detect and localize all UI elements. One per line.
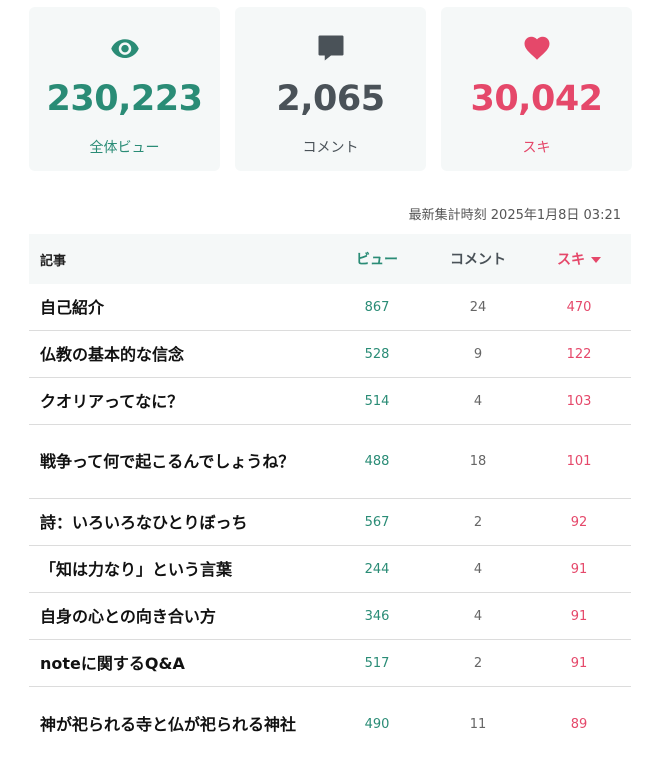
table-row: noteに関するQ&A 517 2 91 — [29, 640, 631, 687]
column-header-likes[interactable]: スキ — [527, 249, 631, 269]
article-comments: 4 — [473, 393, 483, 409]
table-row: 「知は力なり」という言葉 244 4 91 — [29, 546, 631, 593]
views-label: 全体ビュー — [89, 140, 160, 156]
article-likes: 89 — [570, 716, 588, 732]
comment-icon — [235, 33, 426, 63]
article-views: 517 — [364, 655, 390, 671]
table-row: 自己紹介 867 24 470 — [29, 284, 631, 331]
table-header: 記事 ビュー コメント スキ — [29, 234, 631, 284]
article-likes: 92 — [570, 514, 588, 530]
likes-total: 30,042 — [470, 79, 603, 119]
article-views: 567 — [364, 514, 390, 530]
article-comments: 4 — [473, 561, 483, 577]
table-row: 戦争って何で起こるんでしょうね？ 488 18 101 — [29, 425, 631, 499]
article-comments: 11 — [469, 716, 487, 732]
table-row: クオリアってなに？ 514 4 103 — [29, 378, 631, 425]
likes-card: 30,042 スキ — [441, 7, 632, 171]
table-row: 仏教の基本的な信念 528 9 122 — [29, 331, 631, 378]
article-likes: 122 — [566, 346, 592, 362]
article-views: 244 — [364, 561, 390, 577]
last-updated-timestamp: 最新集計時刻 2025年1月8日 03:21 — [408, 208, 621, 223]
table-row: 詩：いろいろなひとりぼっち 567 2 92 — [29, 499, 631, 546]
comments-card: 2,065 コメント — [235, 7, 426, 171]
article-title[interactable]: 戦争って何で起こるんでしょうね？ — [29, 448, 325, 475]
views-total: 230,223 — [46, 79, 203, 119]
heart-icon — [441, 33, 632, 63]
views-card: 230,223 全体ビュー — [29, 7, 220, 171]
article-title[interactable]: 神が祀られる寺と仏が祀られる神社 — [29, 711, 325, 738]
table-row: 自身の心との向き合い方 346 4 91 — [29, 593, 631, 640]
article-views: 514 — [364, 393, 390, 409]
article-views: 490 — [364, 716, 390, 732]
article-likes: 91 — [570, 561, 588, 577]
article-comments: 18 — [469, 454, 487, 469]
article-title[interactable]: 詩：いろいろなひとりぼっち — [29, 509, 325, 536]
article-title[interactable]: noteに関するQ&A — [29, 650, 325, 677]
eye-icon — [29, 33, 220, 63]
article-views: 346 — [364, 608, 390, 624]
article-likes: 91 — [570, 608, 588, 624]
article-title[interactable]: 自身の心との向き合い方 — [29, 603, 325, 630]
column-header-comments[interactable]: コメント — [429, 249, 527, 269]
article-likes: 470 — [566, 299, 592, 315]
article-comments: 2 — [473, 655, 483, 671]
article-comments: 4 — [473, 608, 483, 624]
article-title[interactable]: 仏教の基本的な信念 — [29, 341, 325, 368]
sort-desc-icon — [591, 257, 601, 263]
likes-label: スキ — [522, 140, 551, 156]
comments-label: コメント — [302, 140, 359, 156]
column-header-views[interactable]: ビュー — [325, 249, 429, 269]
article-title[interactable]: 「知は力なり」という言葉 — [29, 556, 325, 583]
article-views: 528 — [364, 346, 390, 362]
column-header-title: 記事 — [40, 253, 67, 269]
article-comments: 2 — [473, 514, 483, 530]
article-comments: 24 — [469, 299, 487, 315]
article-likes: 101 — [566, 454, 592, 469]
article-stats-table: 記事 ビュー コメント スキ 自己紹介 867 24 470 仏教の基本的な信念… — [29, 234, 631, 760]
table-row: 神が祀られる寺と仏が祀られる神社 490 11 89 — [29, 687, 631, 760]
article-views: 867 — [364, 299, 390, 315]
article-likes: 103 — [566, 393, 592, 409]
article-title[interactable]: クオリアってなに？ — [29, 388, 325, 415]
comments-total: 2,065 — [276, 79, 385, 119]
article-views: 488 — [364, 454, 390, 469]
article-comments: 9 — [473, 346, 483, 362]
stats-cards: 230,223 全体ビュー 2,065 コメント 30,042 スキ — [29, 7, 632, 171]
article-title[interactable]: 自己紹介 — [29, 294, 325, 321]
column-header-likes-label: スキ — [557, 252, 585, 268]
article-likes: 91 — [570, 655, 588, 671]
